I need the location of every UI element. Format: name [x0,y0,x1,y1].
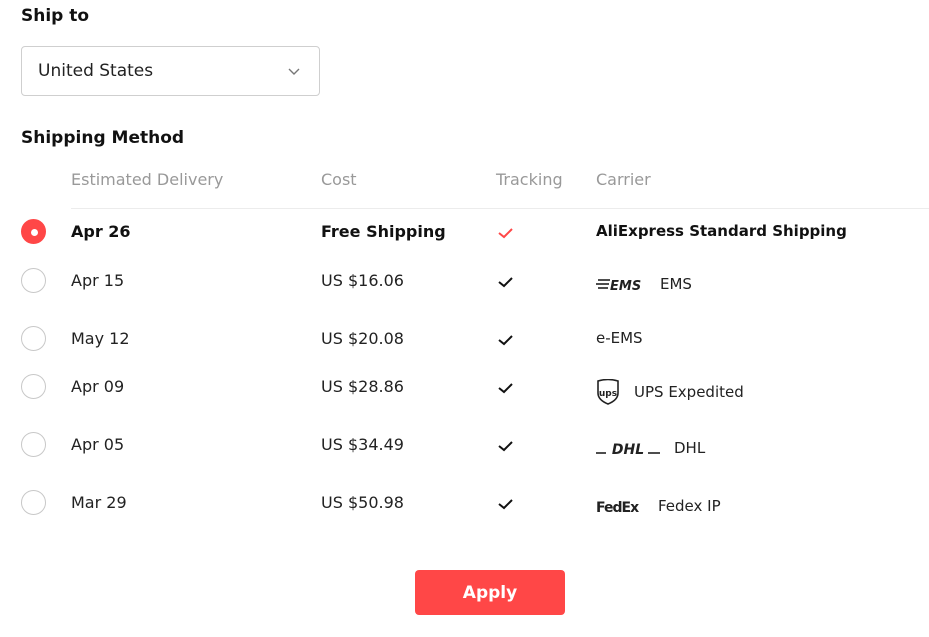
carrier-name: EMS [660,275,692,293]
delivery-date: Apr 09 [71,377,125,396]
dhl-logo-icon: DHL [596,442,660,456]
shipping-cost: US $50.98 [321,493,404,512]
col-head-delivery: Estimated Delivery [71,170,224,189]
radio-unselected[interactable] [21,374,46,399]
delivery-date: Apr 26 [71,222,131,241]
carrier: DHL DHL [596,439,705,457]
carrier: e-EMS [596,329,643,347]
svg-text:DHL: DHL [612,442,644,456]
shipping-option-row[interactable]: Apr 05 US $34.49 DHL DHL [0,425,929,465]
svg-text:EMS: EMS [610,279,641,292]
check-icon [498,499,513,510]
chevron-down-icon [288,68,300,75]
shipping-option-row[interactable]: Apr 26 Free Shipping AliExpress Standard… [0,212,929,252]
carrier-name: UPS Expedited [634,383,744,401]
header-divider [71,208,929,209]
delivery-date: Apr 15 [71,271,125,290]
carrier-name: AliExpress Standard Shipping [596,222,847,240]
delivery-date: Mar 29 [71,493,127,512]
shipping-cost: US $28.86 [321,377,404,396]
fedex-logo-icon: FedEx [596,500,640,515]
shipping-cost: US $20.08 [321,329,404,348]
col-head-carrier: Carrier [596,170,651,189]
shipping-cost: US $16.06 [321,271,404,290]
delivery-date: May 12 [71,329,130,348]
col-head-cost: Cost [321,170,357,189]
radio-unselected[interactable] [21,326,46,351]
ems-logo-icon: EMS [596,279,641,292]
delivery-date: Apr 05 [71,435,125,454]
shipping-option-row[interactable]: May 12 US $20.08 e-EMS [0,319,929,359]
carrier: ups UPS Expedited [596,379,744,405]
col-head-tracking: Tracking [496,170,563,189]
carrier-name: Fedex IP [658,497,721,515]
svg-text:FedEx: FedEx [596,500,639,515]
shipping-option-row[interactable]: Apr 15 US $16.06 EMS EMS [0,261,929,301]
shipping-method-title: Shipping Method [21,128,185,148]
svg-text:ups: ups [599,389,617,399]
carrier-name: DHL [674,439,706,457]
check-icon [498,383,513,394]
carrier: AliExpress Standard Shipping [596,222,847,240]
carrier: EMS EMS [596,275,692,293]
country-select[interactable]: United States [21,46,320,96]
radio-selected[interactable] [21,219,46,244]
radio-unselected[interactable] [21,268,46,293]
radio-unselected[interactable] [21,490,46,515]
carrier-name: e-EMS [596,329,643,347]
check-icon [498,228,513,239]
ship-to-title: Ship to [21,6,90,26]
carrier: FedEx Fedex IP [596,497,721,515]
check-icon [498,277,513,288]
check-icon [498,335,513,346]
check-icon [498,441,513,452]
shipping-cost: Free Shipping [321,222,446,241]
apply-button[interactable]: Apply [415,570,565,615]
country-select-value: United States [38,61,154,81]
shipping-option-row[interactable]: Mar 29 US $50.98 FedEx Fedex IP [0,483,929,523]
shipping-cost: US $34.49 [321,435,404,454]
ups-logo-icon: ups [597,379,619,405]
shipping-option-row[interactable]: Apr 09 US $28.86 ups UPS Expedited [0,367,929,407]
radio-unselected[interactable] [21,432,46,457]
